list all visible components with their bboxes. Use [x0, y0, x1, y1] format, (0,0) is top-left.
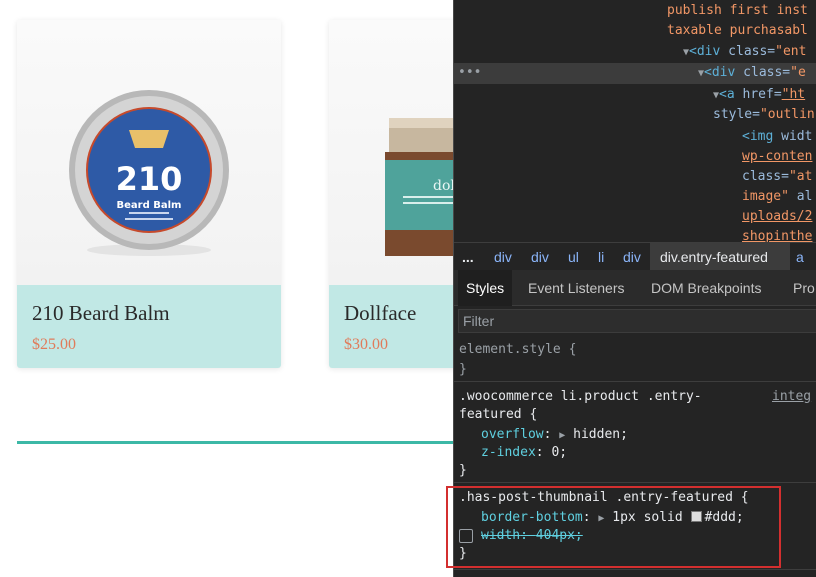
css-property-overflow[interactable]: overflow: ▶ hidden; [481, 426, 628, 445]
product-image[interactable]: 210 Beard Balm [17, 20, 281, 285]
dom-attr-line[interactable]: class="at [742, 167, 812, 187]
dom-attr-line[interactable]: wp-conten [742, 147, 812, 167]
shop-page: 210 Beard Balm 210 Beard Balm $25.00 dol… [0, 0, 593, 577]
css-rule-highlighted[interactable]: .has-post-thumbnail .entry-featured { bo… [454, 484, 816, 570]
rule-selector[interactable]: element.style { [459, 341, 576, 359]
dom-text-line[interactable]: taxable purchasabl [667, 21, 808, 41]
css-property-border-bottom[interactable]: border-bottom: ▶ 1px solid #ddd; [481, 509, 744, 528]
breadcrumb-item[interactable]: ... [462, 249, 474, 265]
product-price: $30.00 [344, 336, 388, 353]
more-options-icon[interactable]: ••• [458, 65, 481, 80]
tab-event-listeners[interactable]: Event Listeners [528, 270, 625, 306]
section-divider [17, 441, 453, 444]
breadcrumb-item[interactable]: div.entry-featured [660, 249, 768, 265]
styles-filter-input[interactable]: Filter [458, 309, 816, 333]
elements-tree[interactable]: publish first inst taxable purchasabl ▼<… [454, 0, 816, 244]
dom-node-options[interactable]: ••• [458, 63, 481, 83]
breadcrumb-item[interactable]: div [623, 249, 641, 265]
rule-close: } [459, 463, 467, 478]
product-name[interactable]: 210 Beard Balm [32, 301, 170, 326]
rule-close: } [459, 362, 467, 377]
rule-selector[interactable]: .has-post-thumbnail .entry-featured { [459, 489, 749, 507]
property-toggle-checkbox[interactable] [459, 529, 473, 543]
dom-node-div-selected[interactable]: ▼<div class="e [698, 63, 806, 83]
css-rule[interactable]: .woocommerce li.product .entry- integ fe… [454, 383, 816, 483]
breadcrumb: ... div div ul li div div.entry-featured… [454, 242, 816, 271]
product-card[interactable]: 210 Beard Balm 210 Beard Balm $25.00 [17, 20, 281, 368]
tab-properties[interactable]: Pro [793, 270, 815, 306]
rule-selector[interactable]: .woocommerce li.product .entry- [459, 388, 702, 406]
devtools-panel: publish first inst taxable purchasabl ▼<… [453, 0, 816, 577]
css-property-width-disabled[interactable]: width: 404px; [481, 527, 583, 545]
product-price: $25.00 [32, 336, 76, 353]
tab-styles[interactable]: Styles [458, 270, 513, 306]
svg-text:Beard Balm: Beard Balm [117, 200, 182, 211]
product-name[interactable]: Dollface [344, 301, 416, 326]
element-style-rule[interactable]: element.style { } [454, 336, 816, 382]
rule-selector[interactable]: featured { [459, 406, 537, 424]
breadcrumb-item[interactable]: ul [568, 249, 579, 265]
tab-dom-breakpoints[interactable]: DOM Breakpoints [651, 270, 761, 306]
dom-attr-line[interactable]: style="outlin [713, 105, 815, 125]
product-info: 210 Beard Balm $25.00 [17, 285, 281, 368]
svg-text:210: 210 [116, 160, 183, 198]
css-property-z-index[interactable]: z-index: 0; [481, 444, 567, 462]
rule-close: } [459, 546, 467, 561]
dom-text-line[interactable]: publish first inst [667, 1, 808, 21]
dom-attr-line[interactable]: uploads/2 [742, 207, 812, 227]
breadcrumb-item[interactable]: div [494, 249, 512, 265]
beard-balm-tin-image: 210 Beard Balm [69, 90, 229, 256]
breadcrumb-item[interactable]: a [796, 249, 804, 265]
styles-pane: element.style { } .woocommerce li.produc… [454, 336, 816, 577]
color-swatch-icon[interactable] [690, 511, 702, 522]
rule-source-link[interactable]: integ [772, 388, 811, 406]
dom-node-img[interactable]: <img widt [742, 127, 812, 147]
dom-node-anchor[interactable]: ▼<a href="ht [713, 85, 805, 105]
sidebar-tabs: Styles Event Listeners DOM Breakpoints P… [454, 270, 816, 306]
dom-attr-line[interactable]: image" al [742, 187, 812, 207]
breadcrumb-item[interactable]: div [531, 249, 549, 265]
breadcrumb-item[interactable]: li [598, 249, 604, 265]
dom-node-div[interactable]: ▼<div class="ent [683, 42, 806, 62]
